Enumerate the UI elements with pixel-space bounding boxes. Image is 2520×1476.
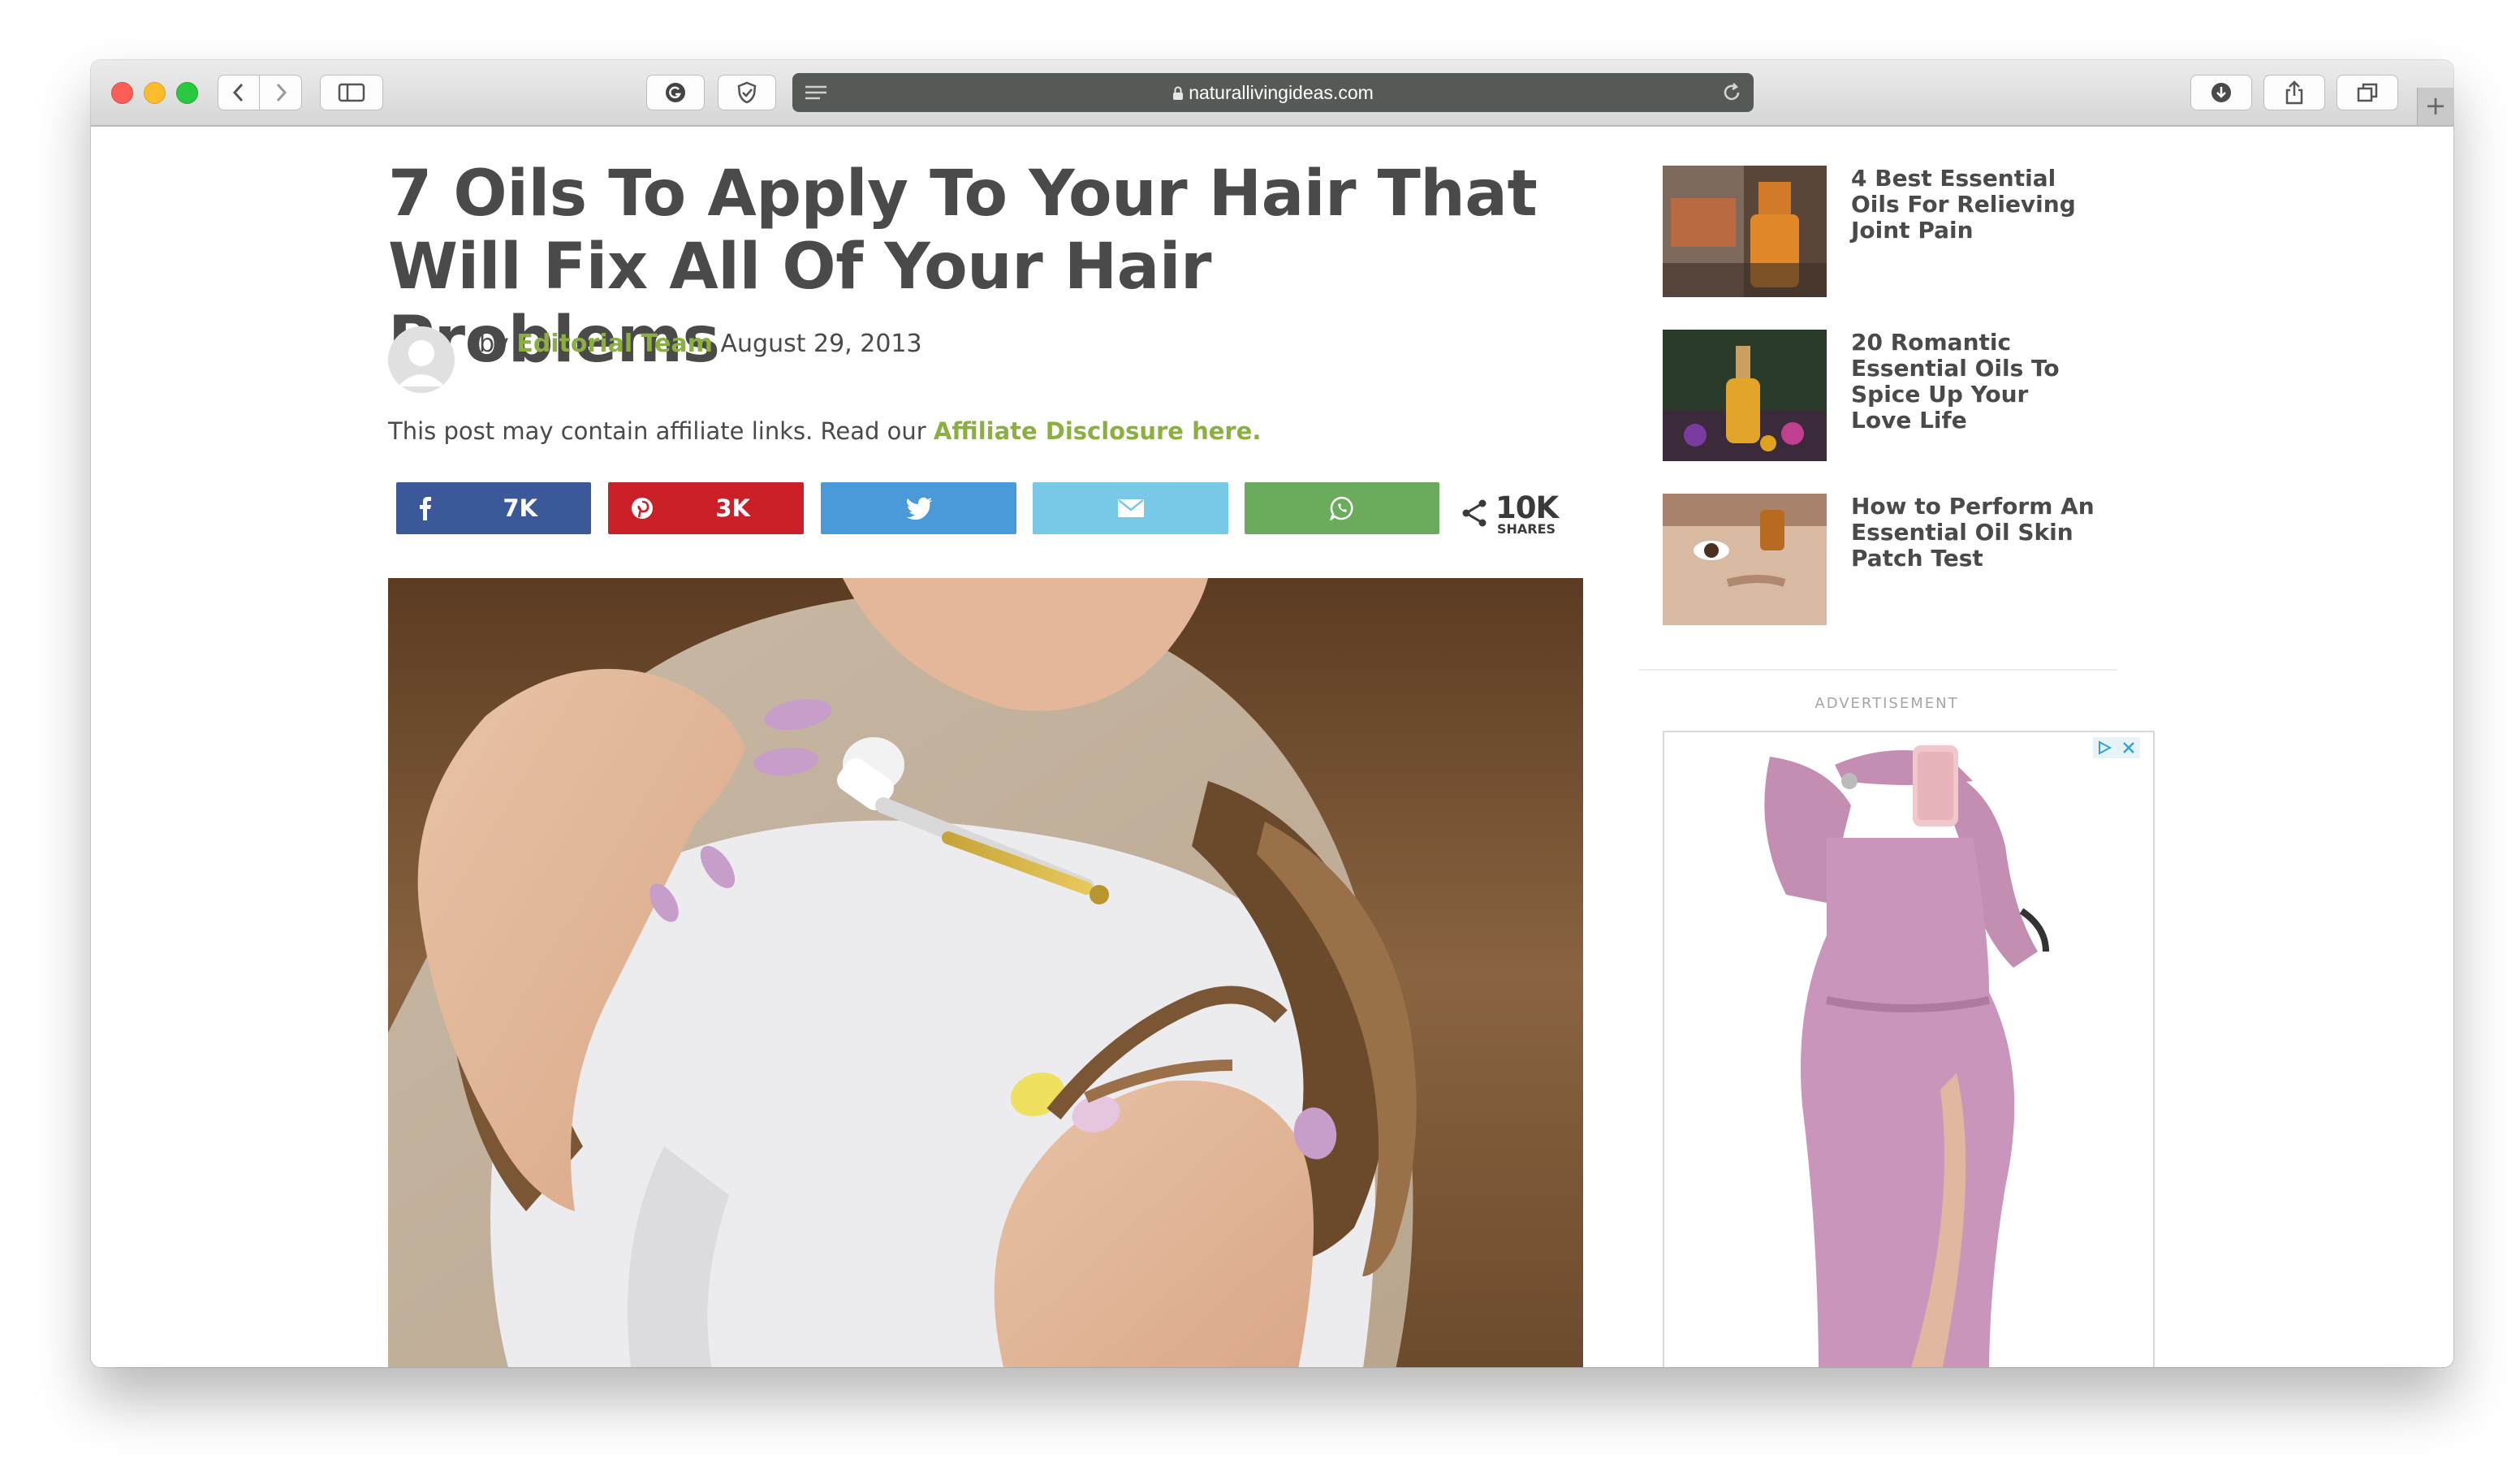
romantic-oil-thumb [1663,330,1827,461]
sidebar-icon [338,83,365,102]
sidebar-toggle-button[interactable] [320,75,383,110]
share-button[interactable] [2263,75,2325,110]
url-text: naturallivingideas.com [1189,82,1374,103]
twitter-icon [905,497,932,520]
pinterest-share-button[interactable]: 3K [608,482,804,534]
url-text-wrap: naturallivingideas.com [792,73,1754,112]
grammarly-icon [666,83,685,102]
email-share-button[interactable] [1033,482,1228,534]
reload-icon[interactable] [1721,82,1742,103]
related-title-3[interactable]: How to Perform An Essential Oil Skin Pat… [1851,494,2095,572]
adchoices-play-icon [2099,740,2112,755]
downloads-button[interactable] [2190,75,2252,110]
related-thumbnail-2[interactable] [1663,330,1827,461]
skin-patch-test-thumb [1663,494,1827,625]
lock-icon [1173,86,1184,100]
back-button[interactable] [218,75,260,110]
privacy-extension-button[interactable] [718,75,776,110]
related-title-2[interactable]: 20 Romantic Essential Oils To Spice Up Y… [1851,330,2095,434]
new-tab-button[interactable]: + [2417,88,2453,125]
envelope-icon [1117,499,1144,517]
author-link[interactable]: Editorial Team [516,330,713,358]
hair-oil-photo [388,578,1583,1367]
close-window-button[interactable] [111,82,133,104]
publish-date: August 29, 2013 [720,330,922,358]
user-avatar-icon [388,326,455,393]
related-title-1[interactable]: 4 Best Essential Oils For Relieving Join… [1851,166,2095,244]
facebook-icon [420,497,431,520]
zoom-window-button[interactable] [176,82,198,104]
tabs-icon [2357,83,2378,102]
share-nodes-icon [1462,499,1487,527]
page-content: 7 Oils To Apply To Your Hair That Will F… [91,127,2453,1367]
total-share-label: SHARES [1497,521,1556,537]
forward-button[interactable] [260,75,302,110]
adchoices-badge[interactable] [2093,737,2140,758]
close-ad-icon[interactable] [2121,740,2137,756]
essential-oil-bottle-thumb [1663,166,1827,297]
browser-toolbar: naturallivingideas.com + [91,60,2453,127]
share-icon [2285,80,2303,105]
related-thumbnail-1[interactable] [1663,166,1827,297]
related-thumbnail-3[interactable] [1663,494,1827,625]
byline: by Editorial Team August 29, 2013 [479,330,922,358]
whatsapp-icon [1330,496,1353,520]
total-shares: 10K SHARES [1461,489,1575,537]
minimize-window-button[interactable] [144,82,166,104]
sidebar-divider [1638,669,2117,671]
total-share-count: 10K [1495,490,1559,525]
facebook-share-button[interactable]: 7K [396,482,591,534]
facebook-share-count: 7K [503,494,537,522]
browser-window: naturallivingideas.com + 7 Oils To Apply… [91,60,2453,1367]
affiliate-disclosure-link[interactable]: Affiliate Disclosure here. [934,417,1261,445]
twitter-share-button[interactable] [821,482,1016,534]
hero-image [388,578,1583,1367]
tab-overview-button[interactable] [2337,75,2398,110]
whatsapp-share-button[interactable] [1245,482,1439,534]
pinterest-icon [632,498,653,519]
grammarly-extension-button[interactable] [646,75,705,110]
pinterest-share-count: 3K [715,494,750,522]
chevron-right-icon [276,83,287,102]
advertisement-label: ADVERTISEMENT [1814,695,1959,712]
shield-check-icon [737,81,757,104]
chevron-left-icon [232,83,244,102]
byline-prefix: by [479,330,509,358]
disclosure-text: This post may contain affiliate links. R… [388,417,926,445]
affiliate-disclosure: This post may contain affiliate links. R… [388,417,1261,445]
dress-ad-image [1664,732,2153,1367]
download-icon [2211,83,2231,102]
address-bar[interactable]: naturallivingideas.com [792,73,1754,112]
author-avatar[interactable] [388,326,455,393]
advertisement-frame[interactable] [1663,731,2155,1367]
